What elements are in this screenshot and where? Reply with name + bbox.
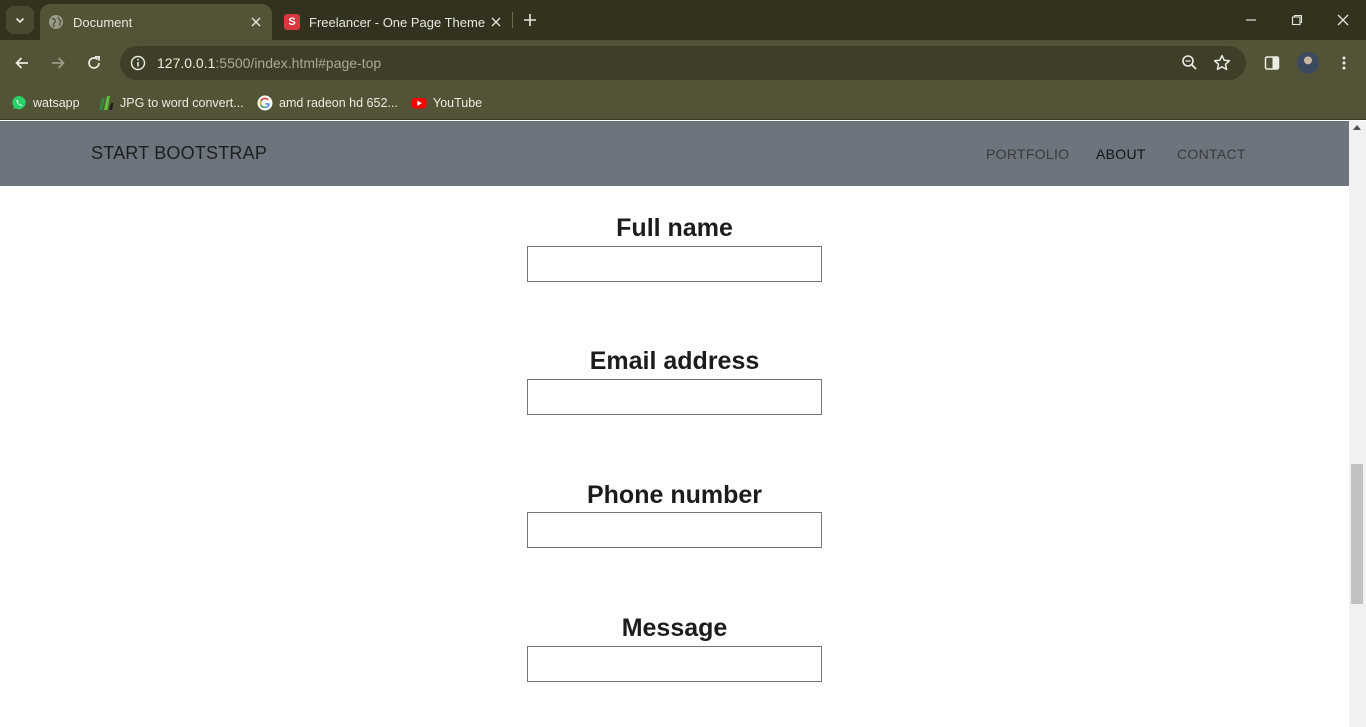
bookmark-youtube[interactable]: YouTube [411,92,482,114]
message-input[interactable] [527,646,822,682]
nav-link-portfolio[interactable]: PORTFOLIO [986,146,1069,162]
close-window-button[interactable] [1320,0,1366,40]
full-name-label: Full name [616,214,733,242]
tab-strip: Document S Freelancer - One Page Theme - [0,0,1366,40]
tab-document[interactable]: Document [40,4,272,40]
site-info-icon[interactable] [128,53,148,73]
reload-button[interactable] [80,49,108,77]
minimize-button[interactable] [1228,0,1274,40]
side-panel-icon [1264,56,1280,70]
scroll-up-arrow-icon[interactable] [1353,125,1361,130]
profile-button[interactable] [1294,49,1322,77]
full-name-input[interactable] [527,246,822,282]
youtube-icon [411,95,427,111]
zoom-icon[interactable] [1180,53,1200,73]
tab-freelancer[interactable]: S Freelancer - One Page Theme - [276,4,512,40]
jpg-to-word-icon [98,95,114,111]
tab-title: Document [73,14,133,30]
avatar [1297,52,1319,74]
reload-icon [88,55,100,69]
site-navbar: START BOOTSTRAP PORTFOLIO ABOUT CONTACT [0,121,1349,186]
tab-title: Freelancer - One Page Theme - [309,14,486,30]
plus-icon [524,14,536,26]
scrollbar-thumb[interactable] [1351,464,1363,604]
close-icon[interactable] [246,12,266,32]
phone-label: Phone number [586,481,762,509]
web-page: START BOOTSTRAP PORTFOLIO ABOUT CONTACT … [0,121,1349,727]
bookmark-label: JPG to word convert... [120,96,244,110]
page-scrollbar[interactable] [1349,121,1366,727]
bookmarks-bar: watsapp JPG to word convert... amd radeo… [0,86,1366,120]
globe-icon [48,14,64,30]
bookmark-star-icon[interactable] [1212,53,1232,73]
forward-button[interactable] [44,49,72,77]
email-label: Email address [589,347,760,375]
new-tab-button[interactable] [519,9,541,31]
bookmark-label: watsapp [33,96,80,110]
chevron-down-icon [15,17,25,24]
bookmark-jpg-to-word[interactable]: JPG to word convert... [98,92,244,114]
url-text: 127.0.0.1:5500/index.html#page-top [157,55,381,71]
nav-link-about[interactable]: ABOUT [1096,146,1146,162]
back-button[interactable] [8,49,36,77]
bookmark-label: YouTube [433,96,483,110]
arrow-right-icon [52,57,65,69]
side-panel-button[interactable] [1258,49,1286,77]
startbootstrap-s-icon: S [284,14,300,30]
minimize-icon [1246,19,1256,21]
close-icon [1337,14,1349,26]
tab-search-button[interactable] [6,6,34,34]
whatsapp-icon [11,95,27,111]
menu-button[interactable] [1330,49,1358,77]
arrow-left-icon [15,57,28,69]
bookmark-label: amd radeon hd 652... [279,96,398,110]
restore-icon [1291,14,1303,26]
address-bar[interactable]: 127.0.0.1:5500/index.html#page-top [120,46,1246,80]
close-icon[interactable] [486,12,506,32]
bookmark-watsapp[interactable]: watsapp [11,92,80,114]
phone-input[interactable] [527,512,822,548]
site-brand[interactable]: START BOOTSTRAP [91,143,267,164]
nav-link-contact[interactable]: CONTACT [1177,146,1246,162]
restore-button[interactable] [1274,0,1320,40]
email-input[interactable] [527,379,822,415]
browser-toolbar: 127.0.0.1:5500/index.html#page-top [0,40,1366,86]
google-icon [257,95,273,111]
tab-separator [512,12,513,28]
more-vertical-icon [1342,56,1346,70]
url-host: 127.0.0.1 [157,55,216,71]
bookmark-amd-radeon[interactable]: amd radeon hd 652... [257,92,398,114]
url-path: :5500/index.html#page-top [215,55,382,71]
message-label: Message [621,614,728,642]
